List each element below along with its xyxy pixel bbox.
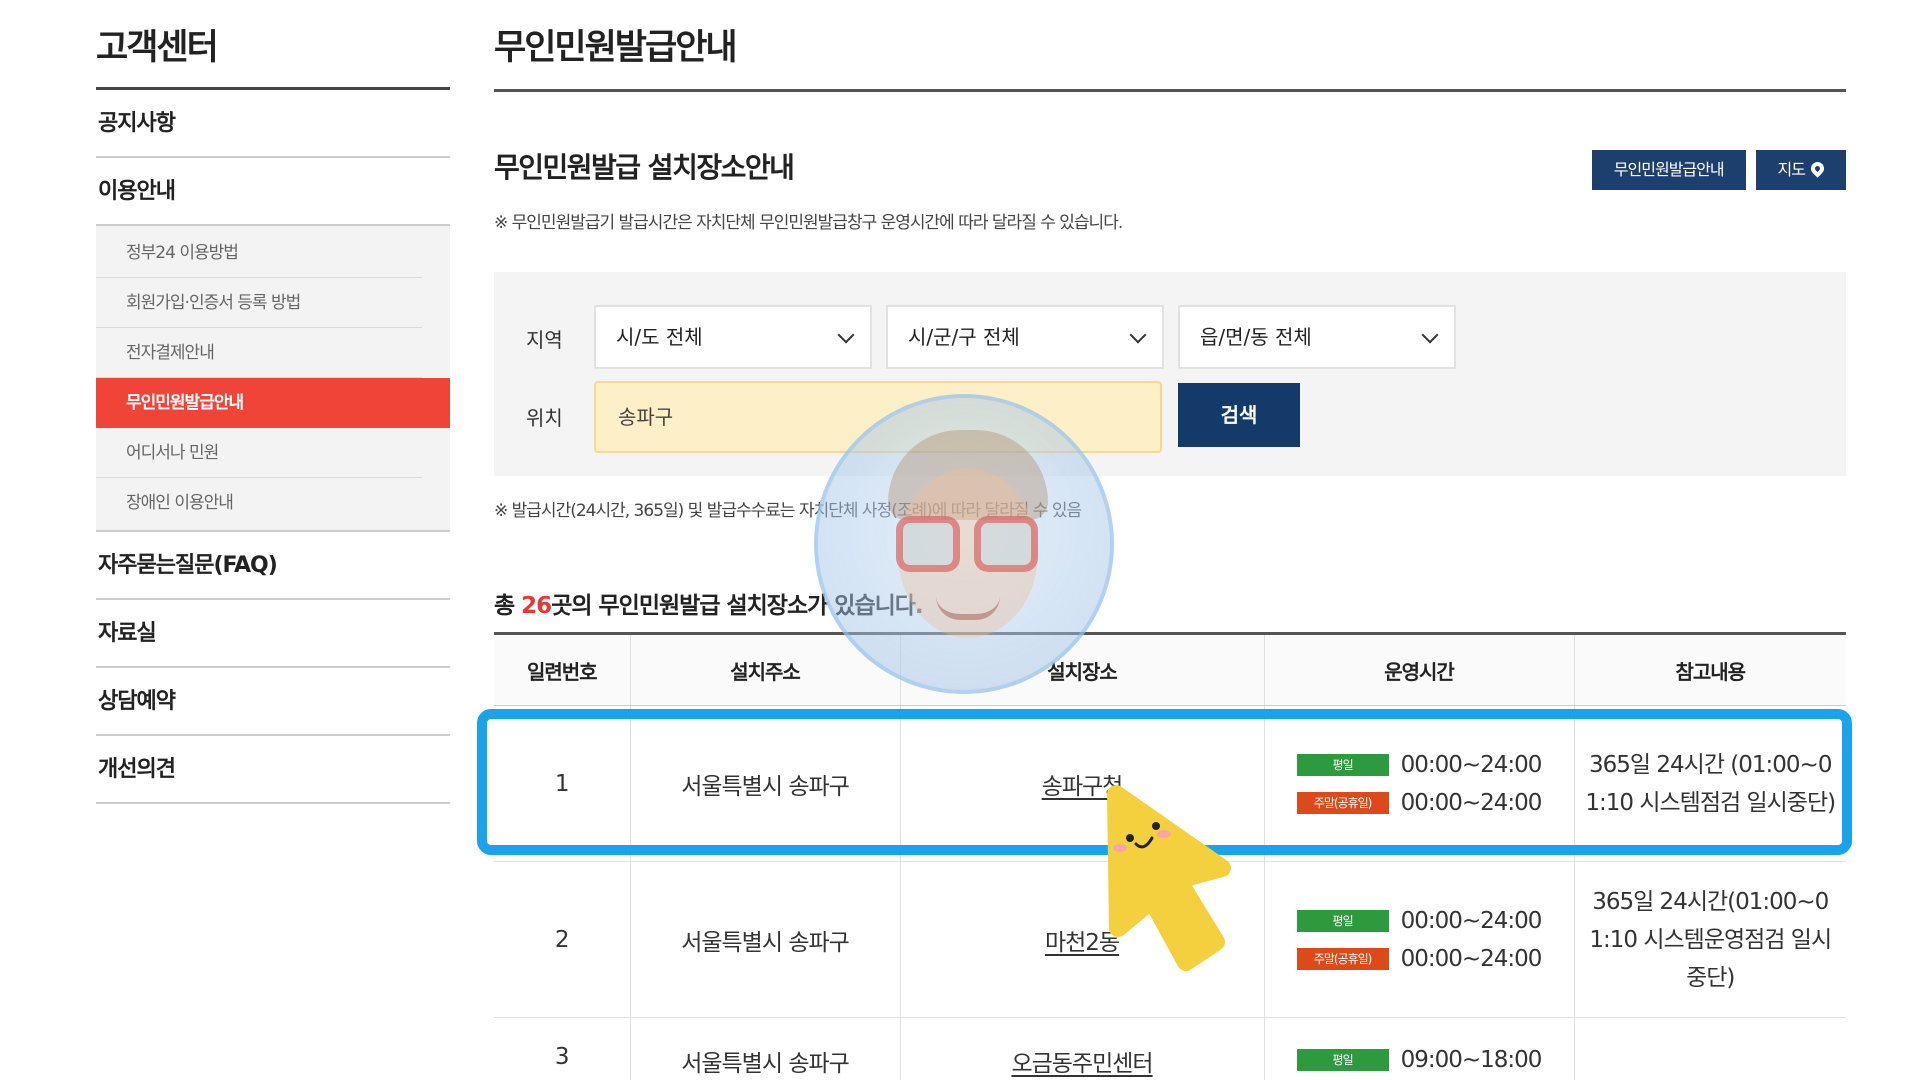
cell-address: 서울특별시 송파구 [629, 861, 900, 1018]
table-header-row: 일련번호 설치주소 설치장소 운영시간 참고내용 [494, 632, 1846, 706]
sigungu-select-value: 시/군/구 전체 [908, 325, 1020, 349]
kiosk-guide-button[interactable]: 무인민원발급안내 [1591, 150, 1746, 190]
section-title: 무인민원발급 설치장소안내 [494, 151, 795, 184]
arrow-cursor-icon [1107, 785, 1231, 971]
header-hours: 운영시간 [1263, 632, 1574, 706]
sidebar-subitem-accessibility[interactable]: 장애인 이용안내 [96, 478, 422, 528]
cell-note: 365일 24시간(01:00~01:10 시스템운영점검 일시중단) [1573, 861, 1846, 1018]
eupmyeondong-select-value: 읍/면/동 전체 [1200, 325, 1312, 349]
chevron-down-icon [1421, 326, 1439, 344]
sidebar-item-feedback[interactable]: 개선의견 [96, 736, 450, 804]
cell-no: 2 [494, 861, 630, 1018]
sidebar-subitem-payment[interactable]: 전자결제안내 [96, 328, 422, 378]
section-header: 무인민원발급 설치장소안내 ※ 무인민원발급기 발급시간은 자치단체 무인민원발… [494, 92, 1846, 233]
weekday-hours: 09:00~18:00 [1400, 1047, 1543, 1073]
sidebar: 고객센터 공지사항 이용안내 정부24 이용방법 회원가입·인증서 등록 방법 … [96, 24, 450, 804]
weekday-badge: 평일 [1296, 909, 1389, 932]
map-button[interactable]: 지도 [1755, 150, 1846, 190]
sidebar-subitem-kiosk-guide[interactable]: 무인민원발급안내 [96, 378, 450, 428]
result-count-number: 26 [521, 593, 552, 619]
weekday-hours: 00:00~24:00 [1400, 907, 1543, 934]
page-title: 무인민원발급안내 [494, 24, 1846, 92]
mascot-watermark [814, 394, 1114, 694]
cell-no: 3 [494, 1017, 630, 1080]
map-button-label: 지도 [1777, 160, 1806, 179]
weekend-hours: 00:00~24:00 [1400, 945, 1543, 972]
sidebar-menu: 공지사항 이용안내 정부24 이용방법 회원가입·인증서 등록 방법 전자결제안… [96, 90, 450, 804]
map-pin-icon [1808, 159, 1827, 178]
header-buttons: 무인민원발급안내 지도 [1591, 150, 1846, 190]
cell-hours: 평일 00:00~24:00 주말(공휴일) 00:00~24:00 [1263, 861, 1574, 1018]
sidebar-item-library[interactable]: 자료실 [96, 600, 450, 668]
location-label: 위치 [526, 406, 563, 430]
region-label: 지역 [526, 328, 563, 352]
chevron-down-icon [837, 326, 855, 344]
cell-note [1573, 1017, 1846, 1080]
table-row: 3 서울특별시 송파구 오금동주민센터 평일 09:00~18:00 [494, 1017, 1846, 1080]
sidebar-title: 고객센터 [96, 24, 450, 90]
header-no: 일련번호 [494, 632, 630, 706]
cell-hours: 평일 09:00~18:00 [1263, 1017, 1574, 1080]
sidebar-subitem-signup-certificate[interactable]: 회원가입·인증서 등록 방법 [96, 278, 422, 328]
notice-text: ※ 무인민원발급기 발급시간은 자치단체 무인민원발급창구 운영시간에 따라 달… [494, 213, 1123, 233]
sidebar-subitem-anywhere[interactable]: 어디서나 민원 [96, 428, 422, 478]
weekend-badge: 주말(공휴일) [1296, 947, 1389, 970]
header-note: 참고내용 [1573, 632, 1846, 706]
main-content: 무인민원발급안내 무인민원발급 설치장소안내 ※ 무인민원발급기 발급시간은 자… [494, 24, 1846, 233]
chevron-down-icon [1129, 326, 1147, 344]
sidebar-item-guide[interactable]: 이용안내 [96, 158, 450, 226]
sigungu-select[interactable]: 시/군/구 전체 [886, 305, 1164, 369]
sidebar-item-consult[interactable]: 상담예약 [96, 668, 450, 736]
search-panel: 지역 시/도 전체 시/군/구 전체 읍/면/동 전체 위치 송파구 검색 [494, 272, 1846, 476]
kiosk-guide-button-label: 무인민원발급안내 [1613, 160, 1725, 179]
result-count-prefix: 총 [494, 593, 522, 619]
sido-select-value: 시/도 전체 [616, 325, 703, 349]
weekday-badge: 평일 [1296, 1049, 1389, 1071]
sidebar-subitem-gov24-usage[interactable]: 정부24 이용방법 [96, 228, 422, 278]
cell-place: 오금동주민센터 [899, 1017, 1264, 1080]
sido-select[interactable]: 시/도 전체 [594, 305, 872, 369]
search-button[interactable]: 검색 [1178, 383, 1300, 447]
sidebar-submenu: 정부24 이용방법 회원가입·인증서 등록 방법 전자결제안내 무인민원발급안내… [96, 226, 450, 532]
sidebar-item-notice[interactable]: 공지사항 [96, 90, 450, 158]
sidebar-item-faq[interactable]: 자주묻는질문(FAQ) [96, 532, 450, 600]
place-link[interactable]: 오금동주민센터 [1011, 1051, 1153, 1077]
cell-address: 서울특별시 송파구 [629, 1017, 900, 1080]
eupmyeondong-select[interactable]: 읍/면/동 전체 [1178, 305, 1456, 369]
